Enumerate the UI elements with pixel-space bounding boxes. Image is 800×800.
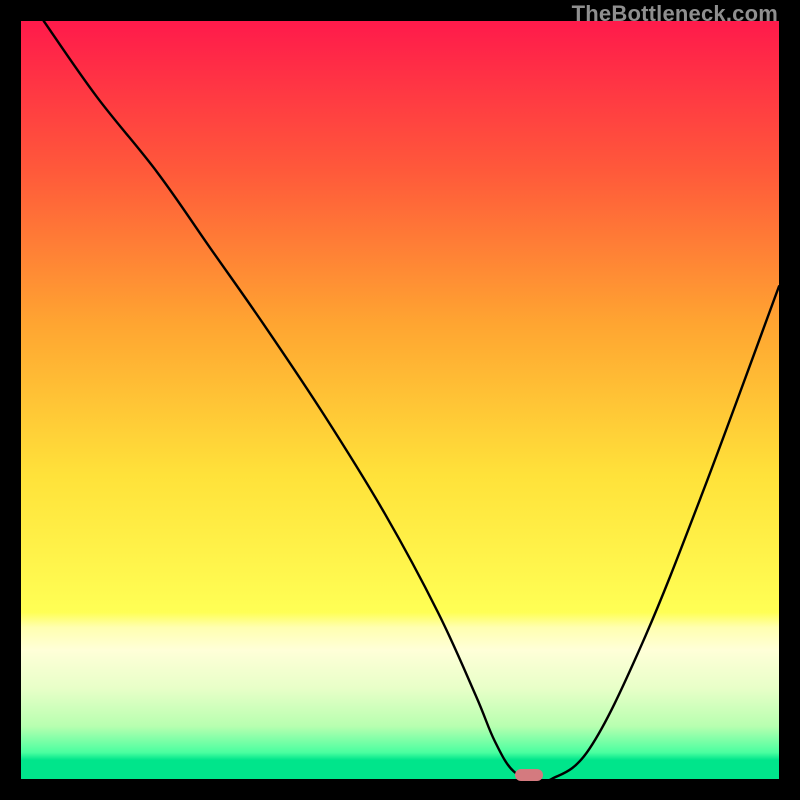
gradient-background [21, 21, 779, 779]
chart-canvas [21, 21, 779, 779]
watermark-text: TheBottleneck.com [572, 1, 778, 27]
chart-frame [21, 21, 779, 779]
optimal-marker [515, 769, 543, 781]
